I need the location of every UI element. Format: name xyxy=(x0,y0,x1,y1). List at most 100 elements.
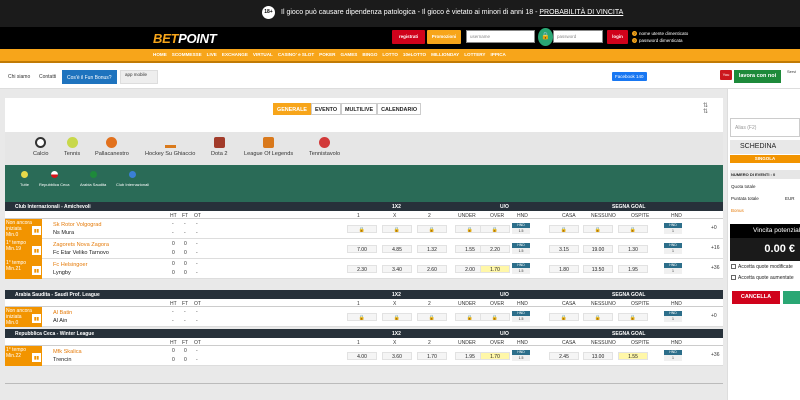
sport-hockey[interactable]: Hockey Su Ghiaccio xyxy=(145,137,195,157)
odd-ospite[interactable]: 🔒 xyxy=(618,225,648,233)
login-button[interactable]: login xyxy=(607,30,628,44)
youtube-icon[interactable]: You Tube xyxy=(720,70,732,87)
nav-item-8[interactable]: BINGO xyxy=(362,52,377,57)
nav-item-11[interactable]: MILLIONDAY xyxy=(431,52,459,57)
odd-ospite[interactable]: 🔒 xyxy=(618,313,648,321)
odd-nessuno[interactable]: 13.00 xyxy=(583,352,613,360)
live-stats-icon[interactable]: ▮▮ xyxy=(32,314,41,323)
app-mobile-button[interactable]: app mobile xyxy=(120,70,158,84)
handicap-selector-2[interactable]: HND 1 xyxy=(664,311,682,322)
odd-casa[interactable]: 🔒 xyxy=(549,313,579,321)
nav-item-6[interactable]: POKER xyxy=(319,52,335,57)
odd-one[interactable]: 4.00 xyxy=(347,352,377,360)
odd-over[interactable]: 🔒 xyxy=(480,313,510,321)
match-row[interactable]: 1° tempo Min.22 ▮▮ Mfk Skalica Trencin 0 0 0 0- -… xyxy=(5,346,723,366)
filter-tutte[interactable]: Tutte xyxy=(20,171,29,187)
nav-item-13[interactable]: IPPICA xyxy=(491,52,506,57)
away-team[interactable]: Lyngby xyxy=(53,270,71,276)
sport-tennistavolo[interactable]: Tennistavolo xyxy=(309,137,340,157)
away-team[interactable]: Ns Mura xyxy=(53,230,74,236)
away-team[interactable]: Al Ain xyxy=(53,318,67,324)
more-markets-link[interactable]: +0 xyxy=(711,313,717,319)
odd-x[interactable]: 3.40 xyxy=(382,265,412,273)
sport-league-of-legends[interactable]: League Of Legends xyxy=(244,137,293,157)
odd-casa[interactable]: 1.80 xyxy=(549,265,579,273)
confirm-button[interactable] xyxy=(783,291,800,304)
odd-one[interactable]: 🔒 xyxy=(347,313,377,321)
sport-pallacanestro[interactable]: Pallacanestro xyxy=(95,137,129,157)
betpoint-logo[interactable]: BETPOINT xyxy=(153,31,217,46)
nav-item-0[interactable]: HOME xyxy=(153,52,167,57)
home-team[interactable]: Fc Helsingoer xyxy=(53,262,88,268)
nav-item-4[interactable]: VIRTUAL xyxy=(253,52,273,57)
odd-over[interactable]: 2.20 xyxy=(480,245,510,253)
away-team[interactable]: Trencin xyxy=(53,357,71,363)
odd-nessuno[interactable]: 19.00 xyxy=(583,245,613,253)
handicap-selector-2[interactable]: HND 1 xyxy=(664,263,682,274)
nav-item-3[interactable]: EXCHANGE xyxy=(222,52,248,57)
nav-item-1[interactable]: SCOMMESSE xyxy=(172,52,202,57)
forgot-username-link[interactable]: ? nome utente dimenticato xyxy=(632,30,688,37)
more-markets-link[interactable]: +36 xyxy=(711,265,719,271)
odd-x[interactable]: 🔒 xyxy=(382,313,412,321)
contatti-link[interactable]: Contatti xyxy=(35,70,61,84)
more-markets-link[interactable]: +0 xyxy=(711,225,717,231)
match-row[interactable]: 1° tempo Min.19 ▮▮ Zagorets Nova Zagora Fc E… xyxy=(5,239,723,259)
facebook-like-button[interactable]: Facebook 140 xyxy=(612,72,647,81)
nav-item-9[interactable]: LOTTO xyxy=(382,52,397,57)
odd-two[interactable]: 🔒 xyxy=(417,313,447,321)
home-team[interactable]: Mfk Skalica xyxy=(53,349,82,355)
handicap-selector[interactable]: HND 1.5 xyxy=(512,223,530,234)
alias-input[interactable]: Alias (F2) xyxy=(730,118,800,137)
filter-arabia-saudita[interactable]: Arabia Saudita xyxy=(80,171,106,187)
register-button[interactable]: registrati xyxy=(392,30,425,44)
password-input[interactable]: password xyxy=(553,30,603,43)
odd-two[interactable]: 1.32 xyxy=(417,245,447,253)
servizi-link[interactable]: Servi xyxy=(787,69,796,74)
expand-arrows-icon[interactable]: ⇅ ⇅ xyxy=(703,103,708,115)
sport-calcio[interactable]: Calcio xyxy=(33,137,49,157)
username-input[interactable]: username xyxy=(466,30,535,43)
nav-item-5[interactable]: CASINO' e SLOT xyxy=(278,52,314,57)
promotions-button[interactable]: Promozioni xyxy=(427,30,461,44)
odd-ospite[interactable]: 1.95 xyxy=(618,265,648,273)
odd-nessuno[interactable]: 🔒 xyxy=(583,225,613,233)
odd-ospite[interactable]: 1.30 xyxy=(618,245,648,253)
nav-item-2[interactable]: LIVE xyxy=(207,52,217,57)
odd-casa[interactable]: 3.15 xyxy=(549,245,579,253)
nav-item-7[interactable]: GAMES xyxy=(341,52,358,57)
odd-x[interactable]: 3.60 xyxy=(382,352,412,360)
odd-over[interactable]: 🔒 xyxy=(480,225,510,233)
match-row[interactable]: Non ancora iniziata Min.0 ▮▮ Sk Rotor Volgo… xyxy=(5,219,723,239)
handicap-selector-2[interactable]: HND 1 xyxy=(664,223,682,234)
more-markets-link[interactable]: +16 xyxy=(711,245,719,251)
handicap-selector[interactable]: HND 1.5 xyxy=(512,311,530,322)
handicap-selector[interactable]: HND 1.5 xyxy=(512,350,530,361)
cancella-button[interactable]: CANCELLA xyxy=(732,291,780,304)
fun-bonus-button[interactable]: Cos'è il Fun Bonus? xyxy=(62,70,117,84)
tab-calendario[interactable]: CALENDARIO xyxy=(377,103,422,115)
odd-nessuno[interactable]: 🔒 xyxy=(583,313,613,321)
live-stats-icon[interactable]: ▮▮ xyxy=(32,266,41,275)
home-team[interactable]: Al Batin xyxy=(53,310,72,316)
odd-ospite[interactable]: 1.55 xyxy=(618,352,648,360)
live-stats-icon[interactable]: ▮▮ xyxy=(32,246,41,255)
accetta-aumentate-checkbox[interactable]: Accetta quote aumentate xyxy=(731,275,794,281)
odd-one[interactable]: 7.00 xyxy=(347,245,377,253)
chi-siamo-link[interactable]: Chi siamo xyxy=(4,70,35,84)
filter-repubblica-ceca[interactable]: Repubblica Ceca xyxy=(39,171,69,187)
more-markets-link[interactable]: +36 xyxy=(711,352,719,358)
handicap-selector-2[interactable]: HND 1 xyxy=(664,350,682,361)
home-team[interactable]: Zagorets Nova Zagora xyxy=(53,242,109,248)
tab-evento[interactable]: EVENTO xyxy=(310,103,342,115)
odd-two[interactable]: 2.60 xyxy=(417,265,447,273)
tab-multilive[interactable]: MULTILIVE xyxy=(341,103,378,115)
handicap-selector-2[interactable]: HND 1 xyxy=(664,243,682,254)
odd-casa[interactable]: 🔒 xyxy=(549,225,579,233)
odd-nessuno[interactable]: 13.50 xyxy=(583,265,613,273)
nav-item-12[interactable]: LOTTERY xyxy=(464,52,485,57)
tab-generale[interactable]: GENERALE xyxy=(273,103,311,115)
sport-tennis[interactable]: Tennis xyxy=(64,137,80,157)
odd-two[interactable]: 🔒 xyxy=(417,225,447,233)
odd-one[interactable]: 2.30 xyxy=(347,265,377,273)
